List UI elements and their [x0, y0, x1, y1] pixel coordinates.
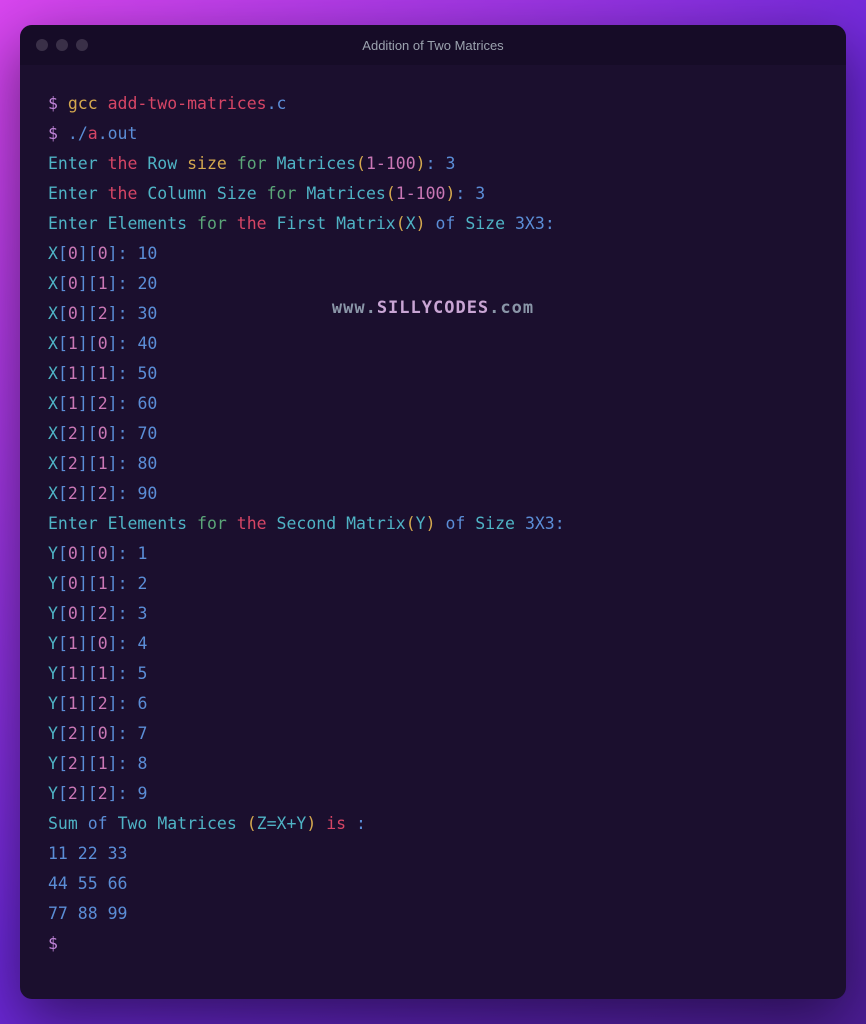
- matrix-input-line: X[2][2]: 90: [48, 479, 818, 509]
- matrix-input-line: X[1][2]: 60: [48, 389, 818, 419]
- cmd-compile: $ gcc add-two-matrices.c: [48, 89, 818, 119]
- result-row: 44 55 66: [48, 869, 818, 899]
- prompt-row: Enter the Row size for Matrices(1-100): …: [48, 149, 818, 179]
- matrix-input-line: Y[1][2]: 6: [48, 689, 818, 719]
- matrix-input-line: Y[0][0]: 1: [48, 539, 818, 569]
- traffic-lights: [36, 39, 88, 51]
- sum-header: Sum of Two Matrices (Z=X+Y) is :: [48, 809, 818, 839]
- final-prompt: $: [48, 929, 818, 959]
- matrix-input-line: Y[1][0]: 4: [48, 629, 818, 659]
- prompt-col: Enter the Column Size for Matrices(1-100…: [48, 179, 818, 209]
- x-inputs: X[0][0]: 10X[0][1]: 20X[0][2]: 30X[1][0]…: [48, 239, 818, 509]
- result-row: 77 88 99: [48, 899, 818, 929]
- close-button[interactable]: [36, 39, 48, 51]
- maximize-button[interactable]: [76, 39, 88, 51]
- terminal-window: Addition of Two Matrices www.SILLYCODES.…: [20, 25, 846, 999]
- cmd-run: $ ./a.out: [48, 119, 818, 149]
- prompt-second-matrix: Enter Elements for the Second Matrix(Y) …: [48, 509, 818, 539]
- result-row: 11 22 33: [48, 839, 818, 869]
- y-inputs: Y[0][0]: 1Y[0][1]: 2Y[0][2]: 3Y[1][0]: 4…: [48, 539, 818, 809]
- matrix-input-line: X[2][0]: 70: [48, 419, 818, 449]
- matrix-input-line: Y[1][1]: 5: [48, 659, 818, 689]
- matrix-input-line: Y[2][0]: 7: [48, 719, 818, 749]
- terminal-content[interactable]: www.SILLYCODES.com $ gcc add-two-matrice…: [20, 65, 846, 999]
- matrix-input-line: Y[0][2]: 3: [48, 599, 818, 629]
- matrix-input-line: X[2][1]: 80: [48, 449, 818, 479]
- window-title: Addition of Two Matrices: [362, 38, 503, 53]
- watermark: www.SILLYCODES.com: [332, 293, 534, 324]
- matrix-input-line: Y[2][1]: 8: [48, 749, 818, 779]
- matrix-input-line: Y[2][2]: 9: [48, 779, 818, 809]
- titlebar: Addition of Two Matrices: [20, 25, 846, 65]
- matrix-input-line: Y[0][1]: 2: [48, 569, 818, 599]
- result: 11 22 3344 55 6677 88 99: [48, 839, 818, 929]
- prompt-first-matrix: Enter Elements for the First Matrix(X) o…: [48, 209, 818, 239]
- matrix-input-line: X[1][1]: 50: [48, 359, 818, 389]
- matrix-input-line: X[0][0]: 10: [48, 239, 818, 269]
- minimize-button[interactable]: [56, 39, 68, 51]
- matrix-input-line: X[1][0]: 40: [48, 329, 818, 359]
